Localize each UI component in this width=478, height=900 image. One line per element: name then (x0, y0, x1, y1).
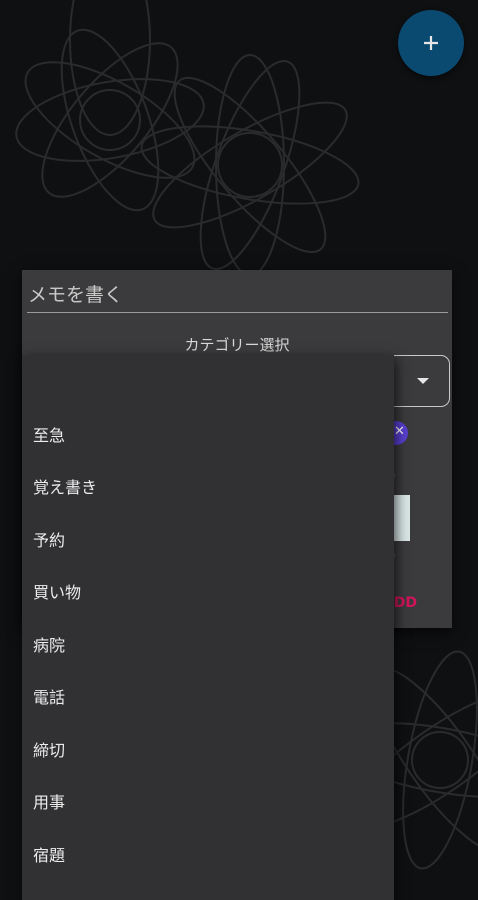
category-dropdown-menu: 至急 覚え書き 予約 買い物 病院 電話 締切 用事 宿題 その他 (22, 355, 394, 900)
category-select-label: カテゴリー選択 (184, 336, 290, 354)
dropdown-item-empty[interactable] (22, 355, 394, 407)
dropdown-item-urgent[interactable]: 至急 (22, 408, 394, 460)
add-memo-fab-button[interactable] (398, 10, 464, 76)
dropdown-item-reservation[interactable]: 予約 (22, 513, 394, 565)
close-icon: ✕ (394, 424, 405, 439)
plus-icon (424, 36, 438, 50)
dropdown-item-note[interactable]: 覚え書き (22, 460, 394, 512)
dropdown-item-homework[interactable]: 宿題 (22, 828, 394, 880)
app-screen: カテゴリー選択 ✕ ) ) DD 至急 覚え書き 予約 買い物 病院 電話 締切… (0, 0, 478, 900)
dropdown-item-deadline[interactable]: 締切 (22, 723, 394, 775)
dropdown-item-other[interactable]: その他 (22, 881, 394, 900)
dropdown-item-shopping[interactable]: 買い物 (22, 565, 394, 617)
dropdown-item-hospital[interactable]: 病院 (22, 618, 394, 670)
memo-text-input[interactable] (27, 278, 448, 313)
dropdown-item-errand[interactable]: 用事 (22, 775, 394, 827)
dropdown-item-phone[interactable]: 電話 (22, 670, 394, 722)
dropdown-caret-icon (417, 378, 429, 384)
